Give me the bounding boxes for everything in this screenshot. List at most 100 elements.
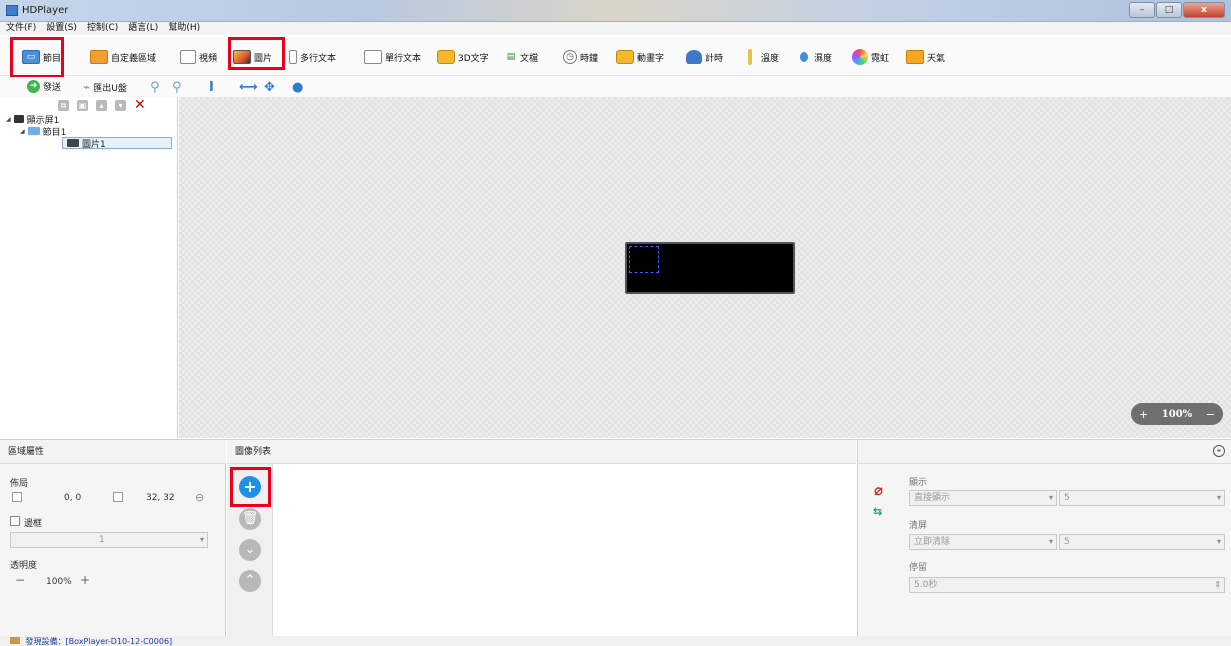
weather-button[interactable]: 天氣 bbox=[906, 49, 945, 65]
humidity-button[interactable]: 濕度 bbox=[800, 49, 832, 65]
timer-button[interactable]: 計時 bbox=[686, 49, 723, 65]
chevron-down-icon: ▾ bbox=[1216, 493, 1221, 502]
delete-image-button[interactable]: 🗑 bbox=[239, 508, 261, 530]
3d-text-button[interactable]: 3D文字 bbox=[437, 49, 489, 65]
minimize-button[interactable]: – bbox=[1129, 2, 1155, 18]
single-line-text-icon bbox=[364, 50, 382, 64]
opacity-value[interactable]: 100% bbox=[46, 577, 72, 587]
border-label: 邊框 bbox=[24, 519, 43, 529]
menu-bar: 文件(F) 設置(S) 控制(C) 語言(L) 幫助(H) bbox=[0, 22, 1231, 35]
menu-language[interactable]: 語言(L) bbox=[128, 22, 158, 35]
chevron-down-icon: ▾ bbox=[199, 535, 204, 544]
menu-help[interactable]: 幫助(H) bbox=[168, 22, 200, 35]
window-title: HDPlayer bbox=[22, 5, 69, 16]
border-style-select[interactable]: 1 ▾ bbox=[10, 532, 208, 548]
clock-button[interactable]: ◷ 時鐘 bbox=[563, 49, 598, 65]
custom-area-button[interactable]: 自定義區域 bbox=[90, 49, 156, 65]
animated-text-button[interactable]: 動畫字 bbox=[616, 49, 664, 65]
zoom-out-button[interactable]: − bbox=[1206, 408, 1215, 421]
title-bar: HDPlayer – □ x bbox=[0, 0, 1231, 22]
led-screen-preview[interactable] bbox=[625, 242, 795, 294]
display-effect-select[interactable]: 直接顯示 ▾ bbox=[909, 490, 1057, 506]
document-button[interactable]: ▤ 文檔 bbox=[505, 49, 538, 65]
size-icon bbox=[113, 492, 123, 502]
highlight-picture bbox=[228, 37, 285, 70]
size-value[interactable]: 32, 32 bbox=[146, 493, 175, 503]
lock-icon[interactable]: ⊖ bbox=[195, 491, 204, 504]
video-icon bbox=[180, 50, 196, 64]
menu-settings[interactable]: 設置(S) bbox=[46, 22, 77, 35]
opacity-decrease-button[interactable]: − bbox=[13, 574, 27, 588]
horizontal-stretch-icon[interactable]: ⟷ bbox=[239, 80, 258, 95]
image-list[interactable] bbox=[274, 464, 856, 636]
paste-icon[interactable]: ▣ bbox=[77, 99, 88, 111]
highlight-add-image bbox=[230, 467, 271, 507]
zoom-out-icon[interactable]: ⚲ bbox=[172, 80, 182, 95]
editing-canvas[interactable]: + 100% − bbox=[179, 97, 1231, 438]
status-bar: 發現設備：[BoxPlayer-D10-12-C0006] bbox=[0, 636, 1231, 646]
record-icon[interactable]: ● bbox=[292, 80, 303, 95]
usb-icon: ⌁ bbox=[83, 80, 91, 94]
picture-node-icon bbox=[67, 139, 79, 147]
opacity-increase-button[interactable]: + bbox=[78, 574, 92, 588]
video-button[interactable]: 視頻 bbox=[180, 49, 217, 65]
tree-item-picture[interactable]: 圖片1 bbox=[0, 137, 177, 150]
clear-effect-select[interactable]: 立即清除 ▾ bbox=[909, 534, 1057, 550]
clock-icon: ◷ bbox=[563, 50, 577, 64]
status-text: 發現設備：[BoxPlayer-D10-12-C0006] bbox=[25, 637, 173, 646]
highlight-program bbox=[10, 37, 64, 78]
stay-duration-field[interactable]: 5.0秒 ⇕ bbox=[909, 577, 1225, 593]
display-label: 顯示 bbox=[909, 478, 928, 488]
menu-file[interactable]: 文件(F) bbox=[6, 22, 36, 35]
chevron-down-icon: ▾ bbox=[1216, 537, 1221, 546]
move-up-image-button[interactable]: ⌃ bbox=[239, 570, 261, 592]
delete-icon[interactable]: ✕ bbox=[134, 98, 146, 112]
area-properties-header: 區域屬性 bbox=[0, 440, 226, 464]
tree-toolbar: ⧉ ▣ ▴ ▾ ✕ bbox=[0, 97, 177, 113]
border-checkbox[interactable] bbox=[10, 516, 20, 526]
neon-button[interactable]: 霓虹 bbox=[852, 49, 889, 65]
chevron-down-icon: ▾ bbox=[1048, 537, 1053, 546]
temperature-button[interactable]: 溫度 bbox=[748, 49, 779, 65]
multiline-text-icon bbox=[289, 50, 297, 64]
window-controls: – □ x bbox=[1128, 2, 1225, 18]
clear-label: 清屏 bbox=[909, 521, 928, 531]
maximize-button[interactable]: □ bbox=[1156, 2, 1182, 18]
no-effect-icon[interactable]: ⌀ bbox=[874, 481, 883, 499]
timer-icon bbox=[686, 50, 702, 64]
multiline-text-button[interactable]: 多行文本 bbox=[289, 49, 336, 65]
single-line-text-button[interactable]: 單行文本 bbox=[364, 49, 421, 65]
move-icon[interactable]: ✥ bbox=[264, 80, 275, 95]
expand-icon: ◢ bbox=[20, 127, 25, 135]
position-value[interactable]: 0, 0 bbox=[64, 493, 81, 503]
send-button[interactable]: ➜ 發送 bbox=[27, 80, 61, 93]
shuffle-icon[interactable]: ⇆ bbox=[873, 505, 882, 518]
copy-icon[interactable]: ⧉ bbox=[58, 99, 69, 111]
picture-region[interactable] bbox=[629, 246, 659, 273]
settings-icon[interactable]: ⌖ bbox=[1213, 445, 1225, 457]
export-usb-button[interactable]: ⌁ 匯出U盤 bbox=[83, 80, 127, 94]
zoom-in-button[interactable]: + bbox=[1139, 408, 1148, 421]
3d-text-icon bbox=[437, 50, 455, 64]
action-toolbar: ➜ 發送 ⌁ 匯出U盤 ⚲ ⚲ I ⟷ ✥ ● bbox=[0, 77, 1231, 97]
bottom-panels: 區域屬性 佈局 0, 0 32, 32 ⊖ 邊框 1 ▾ 透明度 − 100% … bbox=[0, 439, 1231, 636]
clear-speed-select[interactable]: 5 ▾ bbox=[1059, 534, 1225, 550]
move-up-icon[interactable]: ▴ bbox=[96, 99, 107, 111]
vertical-stretch-icon[interactable]: I bbox=[209, 80, 214, 95]
tree-item-picture-selected[interactable]: 圖片1 bbox=[62, 137, 172, 150]
tree-item-program[interactable]: ◢ 節目1 bbox=[0, 125, 177, 138]
humidity-icon bbox=[800, 52, 808, 62]
opacity-label: 透明度 bbox=[10, 561, 38, 571]
spinner-icon: ⇕ bbox=[1214, 580, 1221, 589]
display-speed-select[interactable]: 5 ▾ bbox=[1059, 490, 1225, 506]
zoom-in-icon[interactable]: ⚲ bbox=[150, 80, 160, 95]
menu-control[interactable]: 控制(C) bbox=[87, 22, 118, 35]
move-down-image-button[interactable]: ⌄ bbox=[239, 539, 261, 561]
move-down-icon[interactable]: ▾ bbox=[115, 99, 126, 111]
position-icon bbox=[12, 492, 22, 502]
close-window-button[interactable]: x bbox=[1183, 2, 1225, 18]
device-icon bbox=[10, 637, 20, 644]
image-list-panel: 圖像列表 + 🗑 ⌄ ⌃ bbox=[227, 440, 856, 636]
animated-text-icon bbox=[616, 50, 634, 64]
tree-item-screen[interactable]: ◢ 顯示屏1 bbox=[0, 113, 177, 126]
